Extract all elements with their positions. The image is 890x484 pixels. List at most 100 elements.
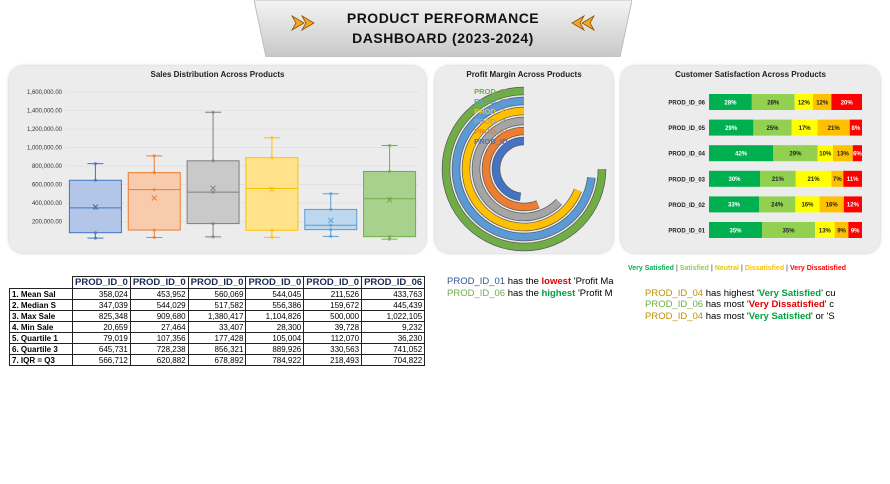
y-tick-label: 600,000.00 xyxy=(32,183,63,189)
insight-lowest-margin: PROD_ID_01 has the lowest 'Profit Ma xyxy=(447,276,614,287)
table-cell[interactable]: 825,348 xyxy=(72,310,131,322)
table-cell[interactable]: 36,230 xyxy=(361,332,426,344)
profit-margin-radial-chart: PROD_ID_06PROD_ID_05PROD_ID_04PROD_ID_03… xyxy=(441,86,607,252)
legend-satisfied: Satisfied xyxy=(679,265,709,272)
table-cell[interactable]: 453,952 xyxy=(129,288,189,300)
table-cell[interactable]: 39,728 xyxy=(303,321,363,333)
iqr-box xyxy=(363,170,417,238)
table-cell[interactable]: 560,069 xyxy=(187,288,247,300)
table-cell[interactable]: 9,232 xyxy=(361,321,426,333)
segment-value-label: 7% xyxy=(833,177,842,183)
table-cell[interactable]: 909,680 xyxy=(129,310,189,322)
insight-highest-margin: PROD_ID_06 has the highest 'Profit M xyxy=(447,288,613,299)
table-cell[interactable]: 544,045 xyxy=(245,288,305,300)
table-cell[interactable]: 517,582 xyxy=(187,299,247,311)
radial-bar-label: PROD_ID_04 xyxy=(474,107,521,116)
table-row: 3. Max Sale 825,348 909,680 1,380,417 1,104,… xyxy=(9,310,426,322)
table-cell[interactable]: 566,712 xyxy=(72,354,131,366)
satisfaction-legend: Very Satisfied | Satisfied | Neutral | D… xyxy=(628,265,846,272)
data-point xyxy=(329,207,333,212)
segment-value-label: 10% xyxy=(819,152,832,158)
table-cell[interactable]: 211,526 xyxy=(303,288,363,300)
table-cell[interactable]: 556,386 xyxy=(245,299,305,311)
table-cell[interactable]: 889,926 xyxy=(245,343,305,355)
table-cell[interactable]: 728,238 xyxy=(129,343,189,355)
table-cell[interactable]: 433,763 xyxy=(361,288,426,300)
satisfaction-stacked-chart: PROD_ID_06 28% 28% 12% 12% 20% PROD_ID_05 29% 25… xyxy=(668,94,862,238)
data-point xyxy=(329,223,333,227)
table-cell[interactable]: 856,321 xyxy=(187,343,247,355)
segment-value-label: 29% xyxy=(725,126,738,132)
table-cell[interactable]: 105,004 xyxy=(245,332,305,344)
table-cell[interactable]: 1,380,417 xyxy=(187,310,247,322)
table-cell[interactable]: 79,019 xyxy=(72,332,131,344)
table-cell[interactable]: 500,000 xyxy=(303,310,363,322)
segment-value-label: 21% xyxy=(828,126,841,132)
table-cell[interactable]: 218,493 xyxy=(303,354,363,366)
segment-value-label: 11% xyxy=(847,177,859,183)
table-cell[interactable]: 20,659 xyxy=(72,321,131,333)
row-label: 3. Max Sale xyxy=(9,310,73,322)
box-series-1 xyxy=(68,162,122,240)
table-cell[interactable]: 741,052 xyxy=(361,343,426,355)
table-cell[interactable]: 784,922 xyxy=(245,354,305,366)
segment-value-label: 8% xyxy=(852,126,861,132)
table-cell[interactable]: 347,039 xyxy=(72,299,131,311)
table-cell[interactable]: 177,428 xyxy=(187,332,247,344)
column-header[interactable]: PROD_ID_0 xyxy=(129,276,189,289)
data-point xyxy=(93,178,98,182)
table-cell[interactable]: 544,029 xyxy=(129,299,189,311)
segment-value-label: 12% xyxy=(798,100,811,106)
table-row: 4. Min Sale 20,659 27,464 33,407 28,300 39,72… xyxy=(9,321,426,333)
column-header[interactable]: PROD_ID_0 xyxy=(303,276,363,289)
segment-value-label: 28% xyxy=(767,100,780,106)
segment-value-label: 42% xyxy=(735,152,748,158)
table-header-row: PROD_ID_0 PROD_ID_0 PROD_ID_0 PROD_ID_0 … xyxy=(10,276,426,289)
column-header[interactable]: PROD_ID_0 xyxy=(187,276,247,289)
table-row: 6. Quartile 3 645,731 728,238 856,321 889,92… xyxy=(9,343,426,355)
data-point xyxy=(211,110,215,114)
table-cell[interactable]: 678,892 xyxy=(187,354,247,366)
table-row: 1. Mean Sal 358,024 453,952 560,069 544,045 2… xyxy=(9,288,426,300)
table-cell[interactable]: 704,822 xyxy=(361,354,426,366)
table-cell[interactable]: 445,439 xyxy=(361,299,426,311)
segment-value-label: 21% xyxy=(808,177,821,183)
radial-bar-label: PROD_ID_05 xyxy=(474,97,520,106)
page-title-line1: PRODUCT PERFORMANCE xyxy=(346,10,540,26)
table-cell[interactable]: 358,024 xyxy=(72,288,131,300)
segment-value-label: 29% xyxy=(789,152,802,158)
table-cell[interactable]: 27,464 xyxy=(129,321,189,333)
column-header[interactable]: PROD_ID_0 xyxy=(245,276,305,289)
data-point xyxy=(387,143,392,148)
table-corner xyxy=(10,277,73,289)
table-cell[interactable]: 1,022,105 xyxy=(361,310,426,322)
data-point xyxy=(270,228,274,232)
y-tick-label: 1,600,000.00 xyxy=(27,90,63,96)
y-tick-label: 1,400,000.00 xyxy=(27,109,63,115)
table-cell[interactable]: 645,731 xyxy=(72,343,131,355)
category-label: PROD_ID_03 xyxy=(668,177,705,183)
segment-value-label: 17% xyxy=(799,126,812,132)
segment-value-label: 35% xyxy=(783,228,796,234)
column-header[interactable]: PROD_ID_06 xyxy=(361,276,426,289)
category-label: PROD_ID_06 xyxy=(668,101,705,107)
row-label: 2. Median S xyxy=(9,299,73,311)
row-label: 7. IQR = Q3 xyxy=(9,354,73,366)
row-label: 6. Quartile 3 xyxy=(9,343,73,355)
segment-value-label: 6% xyxy=(853,152,862,158)
table-cell[interactable]: 28,300 xyxy=(245,321,305,333)
table-cell[interactable]: 1,104,826 xyxy=(245,310,305,322)
column-header[interactable]: PROD_ID_0 xyxy=(72,276,131,289)
table-cell[interactable]: 330,563 xyxy=(303,343,363,355)
table-cell[interactable]: 33,407 xyxy=(187,321,247,333)
table-cell[interactable]: 620,882 xyxy=(129,354,189,366)
radial-bar-label: PROD_ID_01 xyxy=(474,137,520,146)
box-series-4 xyxy=(245,136,299,239)
data-point xyxy=(152,188,156,192)
table-cell[interactable]: 107,356 xyxy=(129,332,189,344)
table-cell[interactable]: 159,672 xyxy=(303,299,363,311)
profit-margin-panel: Profit Margin Across Products PROD_ID_06… xyxy=(435,66,613,253)
data-point xyxy=(93,231,98,235)
insight-most-satisfied: PROD_ID_04 has most 'Very Satisfied' or … xyxy=(645,311,835,322)
table-cell[interactable]: 112,070 xyxy=(303,332,363,344)
